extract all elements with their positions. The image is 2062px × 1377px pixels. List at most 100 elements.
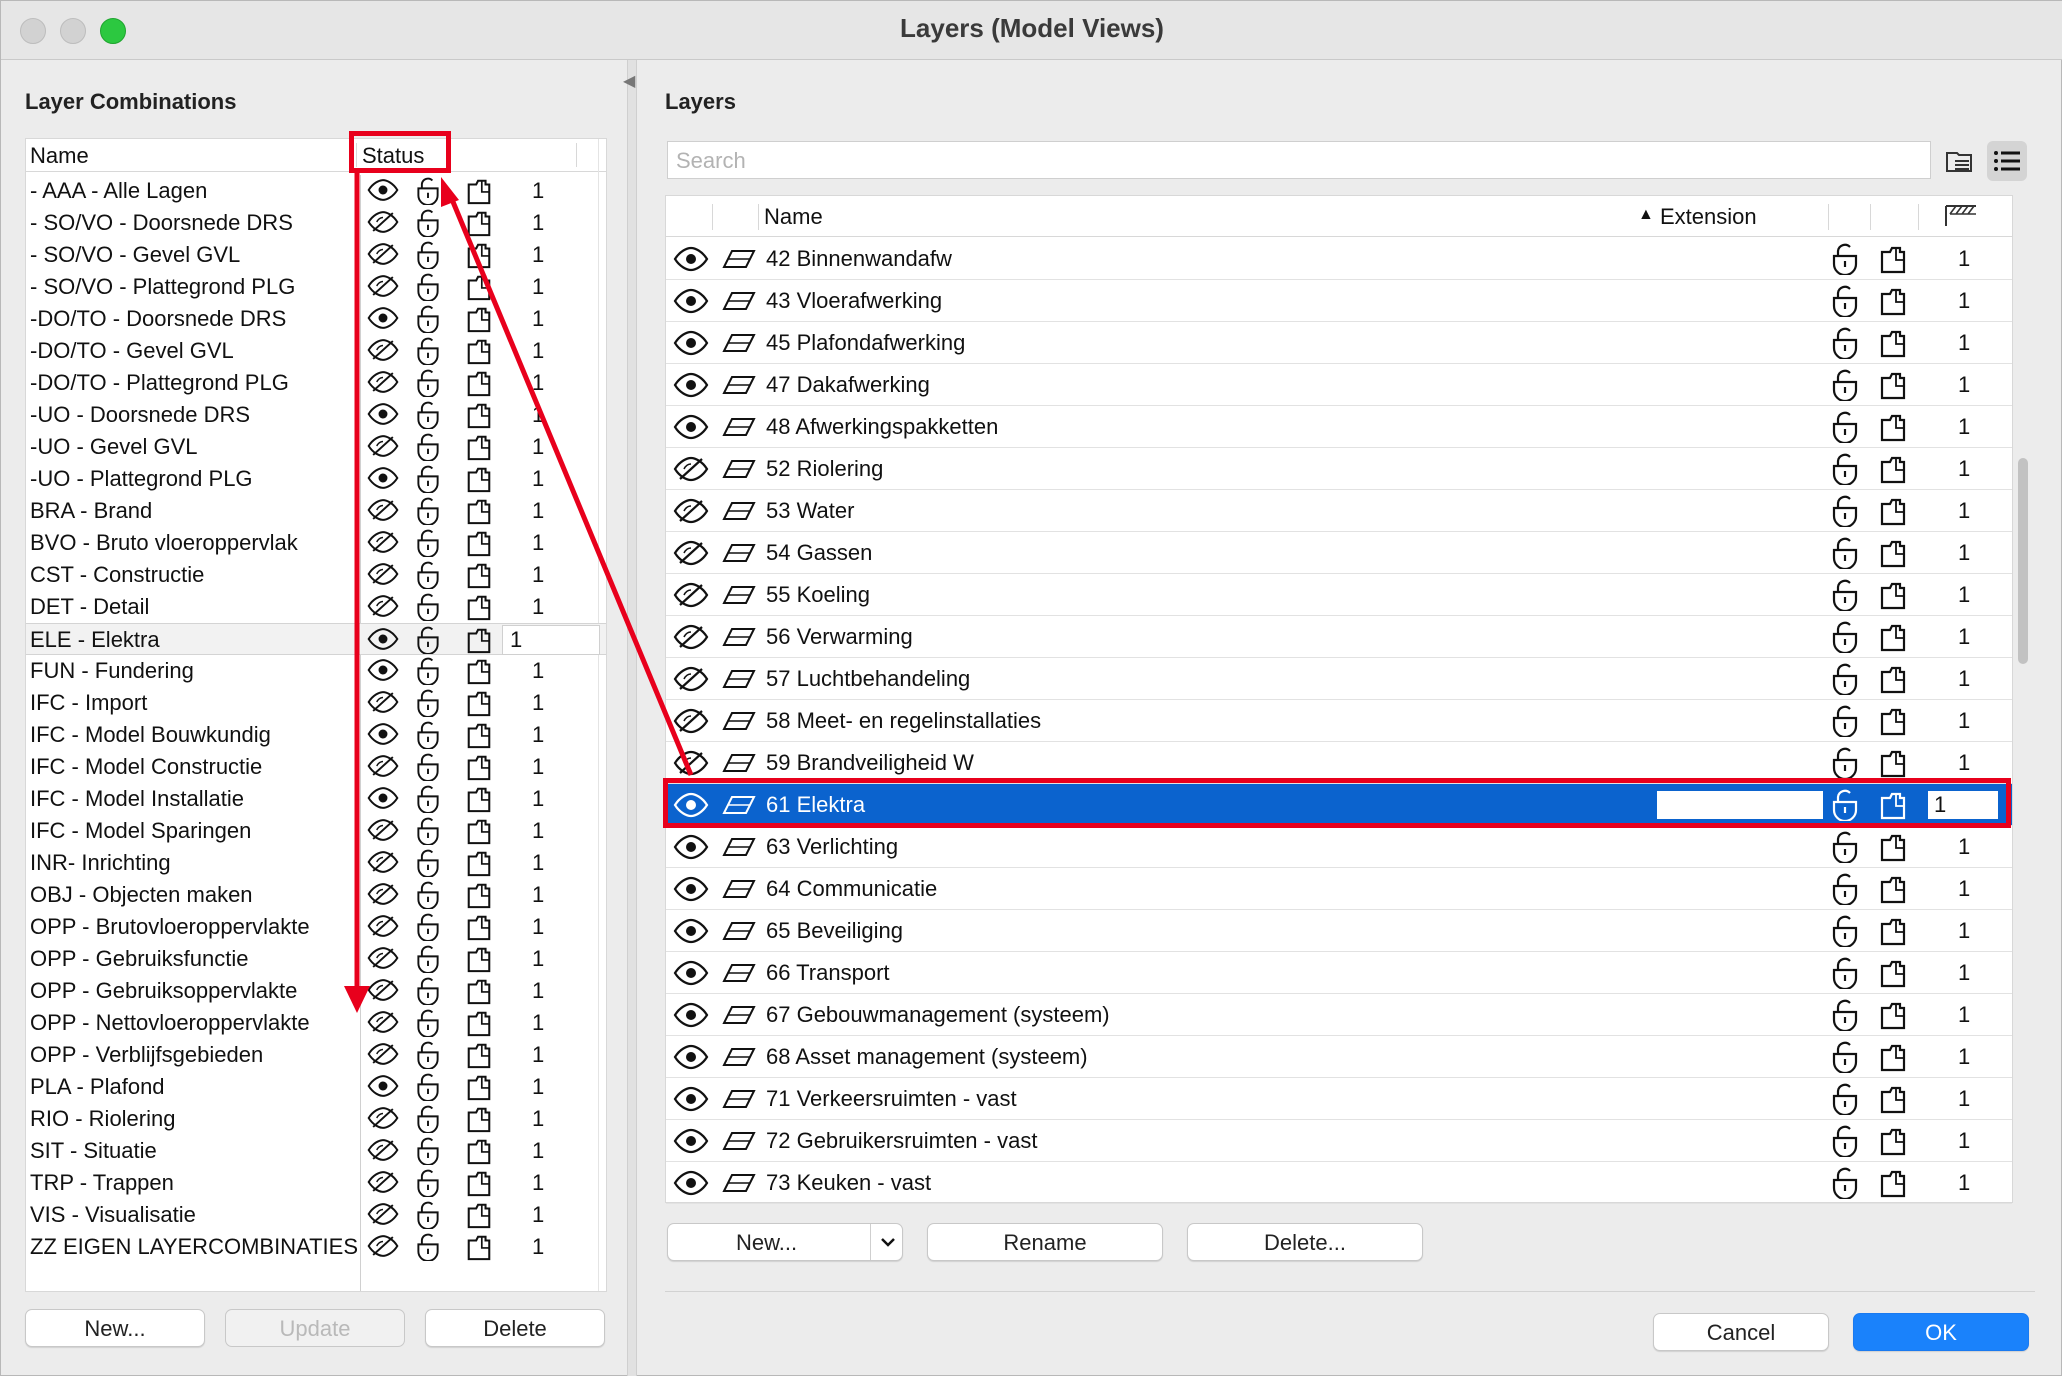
lock-icon[interactable] [1830,1041,1860,1075]
eye-icon[interactable] [672,245,710,273]
layer-combination-row[interactable]: -DO/TO - Gevel GVL 1 [26,335,606,367]
intersection-group-field[interactable]: 1 [1928,791,1998,819]
layer-combination-row[interactable]: IFC - Model Installatie 1 [26,783,606,815]
layer-combination-row[interactable]: ZZ EIGEN LAYERCOMBINATIES 1 [26,1231,606,1263]
layer-combination-row[interactable]: OBJ - Objecten maken 1 [26,879,606,911]
layer-row[interactable]: 47 Dakafwerking 1 [666,364,2012,406]
lock-icon[interactable] [1830,663,1860,697]
eye-icon[interactable] [672,791,710,819]
layer-combination-row[interactable]: IFC - Model Constructie 1 [26,751,606,783]
eye-hidden-icon[interactable] [672,497,710,525]
layer-combination-row[interactable]: - SO/VO - Gevel GVL 1 [26,239,606,271]
layer-row[interactable]: 42 Binnenwandafw 1 [666,238,2012,280]
new-layer-button[interactable]: New... [667,1223,903,1261]
layer-combinations-list[interactable]: Name Status - AAA - Alle Lagen 1- SO/VO -… [25,138,607,1292]
lock-icon[interactable] [1830,327,1860,361]
layer-row[interactable]: 65 Beveiliging 1 [666,910,2012,952]
eye-hidden-icon[interactable] [672,539,710,567]
eye-icon[interactable] [672,917,710,945]
column-status-header[interactable]: Status [362,143,424,169]
layer-combination-row[interactable]: IFC - Import 1 [26,687,606,719]
lock-icon[interactable] [1830,873,1860,907]
layer-combination-row[interactable]: OPP - Verblijfsgebieden 1 [26,1039,606,1071]
eye-icon[interactable] [672,1085,710,1113]
wireframe-icon[interactable] [1878,286,1908,316]
wireframe-icon[interactable] [1878,748,1908,778]
lock-icon[interactable] [1830,1125,1860,1159]
layer-row[interactable]: 67 Gebouwmanagement (systeem) 1 [666,994,2012,1036]
layer-row[interactable]: 48 Afwerkingspakketten 1 [666,406,2012,448]
lock-icon[interactable] [1830,243,1860,277]
wireframe-icon[interactable] [1878,1084,1908,1114]
lock-icon[interactable] [1830,1083,1860,1117]
layer-row[interactable]: 45 Plafondafwerking 1 [666,322,2012,364]
wireframe-icon[interactable] [1878,622,1908,652]
wireframe-icon[interactable] [1878,832,1908,862]
wireframe-icon[interactable] [1878,496,1908,526]
layer-row[interactable]: 56 Verwarming 1 [666,616,2012,658]
layer-combination-row[interactable]: -UO - Plattegrond PLG 1 [26,463,606,495]
layer-row[interactable]: 55 Koeling 1 [666,574,2012,616]
ok-button[interactable]: OK [1853,1313,2029,1351]
layer-combination-row[interactable]: -DO/TO - Doorsnede DRS 1 [26,303,606,335]
cancel-button[interactable]: Cancel [1653,1313,1829,1351]
extension-field[interactable] [1657,791,1823,819]
eye-icon[interactable] [672,1169,710,1197]
wireframe-icon[interactable] [1878,328,1908,358]
layer-combination-row[interactable]: TRP - Trappen 1 [26,1167,606,1199]
layer-combination-row[interactable]: PLA - Plafond 1 [26,1071,606,1103]
layer-row[interactable]: 53 Water 1 [666,490,2012,532]
eye-icon[interactable] [672,413,710,441]
column-extension-header[interactable]: Extension [1660,204,1757,230]
lock-icon[interactable] [1830,831,1860,865]
eye-icon[interactable] [672,875,710,903]
layer-combination-row[interactable]: - SO/VO - Doorsnede DRS 1 [26,207,606,239]
layer-combination-row[interactable]: ELE - Elektra 1 [26,623,606,655]
lock-icon[interactable] [1830,999,1860,1033]
eye-icon[interactable] [672,371,710,399]
eye-icon[interactable] [672,1043,710,1071]
wireframe-icon[interactable] [1878,370,1908,400]
layer-combination-row[interactable]: CST - Constructie 1 [26,559,606,591]
eye-hidden-icon[interactable] [672,623,710,651]
wireframe-icon[interactable] [1878,916,1908,946]
layer-combination-row[interactable]: IFC - Model Sparingen 1 [26,815,606,847]
layer-combination-row[interactable]: OPP - Nettovloeroppervlakte 1 [26,1007,606,1039]
lock-icon[interactable] [1830,1167,1860,1201]
layer-combination-row[interactable]: -UO - Doorsnede DRS 1 [26,399,606,431]
wireframe-icon[interactable] [1878,538,1908,568]
layer-combination-row[interactable]: -DO/TO - Plattegrond PLG 1 [26,367,606,399]
lock-icon[interactable] [1830,495,1860,529]
wireframe-icon[interactable] [1878,244,1908,274]
eye-hidden-icon[interactable] [672,455,710,483]
eye-icon[interactable] [672,833,710,861]
eye-icon[interactable] [672,287,710,315]
list-view-icon[interactable] [1987,141,2027,181]
layer-row[interactable]: 71 Verkeersruimten - vast 1 [666,1078,2012,1120]
layer-combination-row[interactable]: OPP - Brutovloeroppervlakte 1 [26,911,606,943]
layer-combination-row[interactable]: - SO/VO - Plattegrond PLG 1 [26,271,606,303]
lock-icon[interactable] [1830,957,1860,991]
collapse-arrow-icon[interactable]: ◀ [623,71,635,91]
layer-row[interactable]: 66 Transport 1 [666,952,2012,994]
eye-icon[interactable] [672,1001,710,1029]
wireframe-icon[interactable] [1878,1168,1908,1198]
lock-icon[interactable] [1830,369,1860,403]
column-name-header[interactable]: Name [764,204,823,230]
layer-combination-row[interactable]: OPP - Gebruiksoppervlakte 1 [26,975,606,1007]
wireframe-icon[interactable] [1878,790,1908,820]
wireframe-icon[interactable] [1878,1042,1908,1072]
wireframe-icon[interactable] [1878,1000,1908,1030]
eye-hidden-icon[interactable] [672,707,710,735]
layer-combination-row[interactable]: FUN - Fundering 1 [26,655,606,687]
eye-icon[interactable] [672,1127,710,1155]
layer-combination-row[interactable]: OPP - Gebruiksfunctie 1 [26,943,606,975]
wireframe-icon[interactable] [1878,706,1908,736]
eye-hidden-icon[interactable] [672,581,710,609]
update-combination-button[interactable]: Update [225,1309,405,1347]
layer-row[interactable]: 52 Riolering 1 [666,448,2012,490]
layer-combination-row[interactable]: IFC - Model Bouwkundig 1 [26,719,606,751]
lock-icon[interactable] [1830,285,1860,319]
layer-row[interactable]: 54 Gassen 1 [666,532,2012,574]
layer-row[interactable]: 57 Luchtbehandeling 1 [666,658,2012,700]
